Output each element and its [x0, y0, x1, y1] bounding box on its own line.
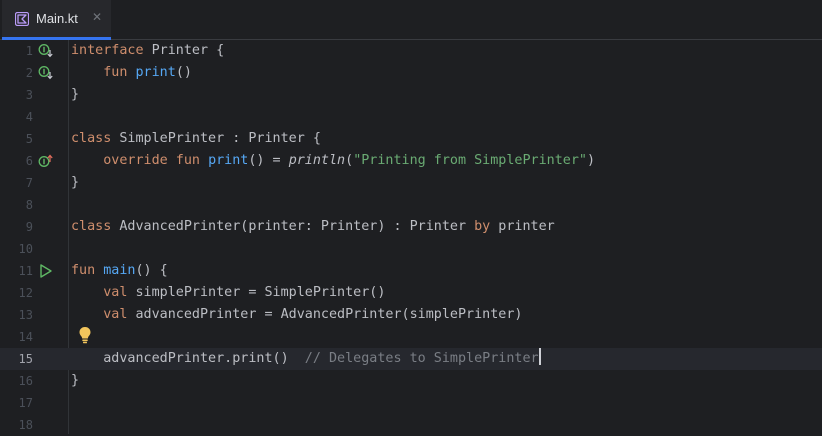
implemented-icon[interactable]: [38, 43, 54, 59]
line-number[interactable]: 5: [0, 128, 33, 150]
code-token: interface: [71, 43, 144, 58]
code-token: by: [474, 219, 491, 234]
line-number[interactable]: 16: [0, 370, 33, 392]
line-number[interactable]: 10: [0, 238, 33, 260]
code-token: (: [345, 153, 354, 168]
tab-filename: Main.kt: [36, 11, 78, 26]
code-token: print: [135, 65, 176, 80]
code-token: "Printing from SimplePrinter": [353, 153, 587, 168]
code-token: () =: [248, 153, 289, 168]
code-token: Printer {: [143, 43, 225, 58]
text-caret: [538, 348, 541, 365]
line-number[interactable]: 15: [0, 348, 33, 370]
code-token: (): [175, 65, 192, 80]
code-token: fun: [71, 263, 96, 278]
code-line[interactable]: 13 val advancedPrinter = AdvancedPrinter…: [0, 304, 822, 326]
code-token: advancedPrinter.print(): [71, 351, 305, 366]
code-text: advancedPrinter.print() // Delegates to …: [71, 348, 541, 370]
code-line[interactable]: 6 override fun print() = println("Printi…: [0, 150, 822, 172]
code-line[interactable]: 10: [0, 238, 822, 260]
code-token: class: [71, 219, 112, 234]
code-token: simplePrinter = SimplePrinter(): [127, 285, 386, 300]
code-line[interactable]: 11 fun main() {: [0, 260, 822, 282]
code-text: override fun print() = println("Printing…: [71, 150, 595, 172]
code-line[interactable]: 5 class SimplePrinter : Printer {: [0, 128, 822, 150]
line-number[interactable]: 14: [0, 326, 33, 348]
code-text: class SimplePrinter : Printer {: [71, 128, 321, 150]
close-icon[interactable]: ✕: [92, 10, 102, 24]
code-line[interactable]: 17: [0, 392, 822, 414]
code-text: fun main() {: [71, 260, 168, 282]
code-token: val: [103, 307, 128, 322]
line-number[interactable]: 8: [0, 194, 33, 216]
code-token: advancedPrinter = AdvancedPrinter(simple…: [127, 307, 523, 322]
code-line[interactable]: 7}: [0, 172, 822, 194]
implemented-icon[interactable]: [38, 65, 54, 81]
code-text: val simplePrinter = SimplePrinter(): [71, 282, 385, 304]
code-line[interactable]: 14: [0, 326, 822, 348]
code-text: interface Printer {: [71, 40, 224, 62]
code-token: val: [103, 285, 128, 300]
code-text: class AdvancedPrinter(printer: Printer) …: [71, 216, 555, 238]
line-number[interactable]: 13: [0, 304, 33, 326]
line-number[interactable]: 12: [0, 282, 33, 304]
code-line[interactable]: 1 interface Printer {: [0, 40, 822, 62]
line-number[interactable]: 7: [0, 172, 33, 194]
implements-icon[interactable]: [38, 153, 54, 169]
line-number[interactable]: 18: [0, 414, 33, 436]
code-line[interactable]: 4: [0, 106, 822, 128]
line-number[interactable]: 17: [0, 392, 33, 414]
code-line[interactable]: 18: [0, 414, 822, 436]
code-token: println: [288, 153, 346, 168]
editor-tab-bar: Main.kt ✕: [0, 0, 822, 40]
line-number[interactable]: 2: [0, 62, 33, 84]
code-token: AdvancedPrinter(printer: Printer) : Prin…: [111, 219, 475, 234]
code-text: fun print(): [71, 62, 192, 84]
lightbulb-icon[interactable]: [78, 326, 92, 344]
run-icon[interactable]: [38, 263, 54, 279]
tab-main-kt[interactable]: Main.kt ✕: [2, 0, 111, 40]
code-line[interactable]: 9 class AdvancedPrinter(printer: Printer)…: [0, 216, 822, 238]
code-token: class: [71, 131, 112, 146]
code-line[interactable]: 3}: [0, 84, 822, 106]
code-token: main: [103, 263, 136, 278]
code-token: }: [71, 87, 80, 102]
code-token: // Delegates to SimplePrinter: [304, 351, 539, 366]
code-token: print: [208, 153, 249, 168]
code-token: printer: [490, 219, 555, 234]
line-number[interactable]: 1: [0, 40, 33, 62]
line-number[interactable]: 11: [0, 260, 33, 282]
line-number[interactable]: 6: [0, 150, 33, 172]
code-line[interactable]: 8: [0, 194, 822, 216]
code-token: override fun: [103, 153, 200, 168]
code-token: SimplePrinter : Printer {: [111, 131, 321, 146]
code-token: }: [71, 373, 80, 388]
code-token: fun: [103, 65, 128, 80]
code-line[interactable]: 2 fun print(): [0, 62, 822, 84]
code-text: }: [71, 172, 79, 194]
code-text: }: [71, 84, 79, 106]
code-token: ): [586, 153, 596, 168]
line-number[interactable]: 9: [0, 216, 33, 238]
code-line[interactable]: 12 val simplePrinter = SimplePrinter(): [0, 282, 822, 304]
kotlin-file-icon: [15, 12, 29, 26]
code-text: val advancedPrinter = AdvancedPrinter(si…: [71, 304, 522, 326]
code-token: }: [71, 175, 80, 190]
code-line[interactable]: 15 advancedPrinter.print() // Delegates …: [0, 348, 822, 370]
line-number[interactable]: 4: [0, 106, 33, 128]
code-editor[interactable]: 1 interface Printer {2 fun print() 3} 4 5 cla…: [0, 40, 822, 434]
code-text: }: [71, 370, 79, 392]
line-number[interactable]: 3: [0, 84, 33, 106]
code-line[interactable]: 16}: [0, 370, 822, 392]
code-token: () {: [135, 263, 168, 278]
